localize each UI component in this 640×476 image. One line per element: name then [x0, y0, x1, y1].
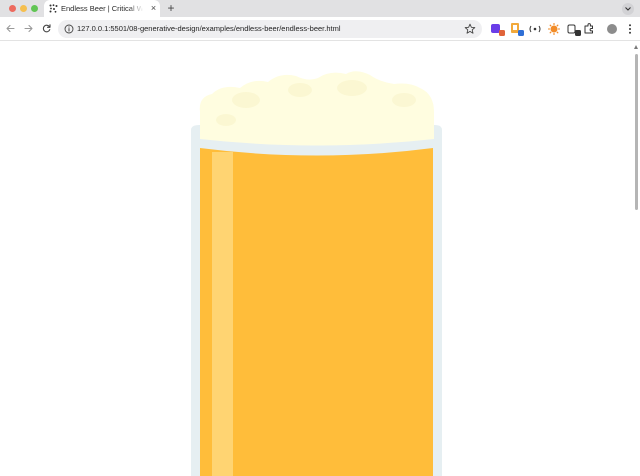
info-icon[interactable] — [64, 24, 74, 34]
beer-glass-illustration — [191, 71, 442, 476]
address-bar[interactable]: 127.0.0.1:5501/08-generative-design/exam… — [58, 20, 482, 38]
kebab-menu-icon[interactable] — [628, 24, 632, 34]
extension-3-icon[interactable] — [528, 22, 542, 36]
extension-5-icon[interactable] — [566, 22, 581, 36]
chevron-down-icon — [625, 7, 631, 11]
favicon-icon — [49, 4, 58, 13]
arrow-right-icon[interactable] — [23, 23, 34, 34]
extensions-puzzle-icon[interactable] — [582, 22, 596, 36]
tab-close-button[interactable]: × — [149, 3, 158, 14]
avatar[interactable] — [607, 24, 617, 34]
page-viewport — [0, 42, 640, 476]
extension-1-icon[interactable] — [490, 22, 505, 36]
url-text[interactable]: 127.0.0.1:5501/08-generative-design/exam… — [77, 23, 341, 35]
foam-head — [199, 71, 434, 146]
window-minimize-button[interactable] — [20, 5, 27, 12]
new-tab-button[interactable]: + — [165, 2, 177, 15]
reload-icon[interactable] — [41, 23, 52, 34]
beer-liquid — [200, 148, 433, 476]
extension-2-icon[interactable] — [509, 22, 524, 36]
tab-title: Endless Beer | Critical Web Design — [61, 3, 143, 14]
scroll-up-icon[interactable] — [634, 45, 638, 49]
tab-active[interactable]: Endless Beer | Critical Web Design × — [44, 0, 160, 17]
vertical-scrollbar[interactable] — [633, 42, 640, 476]
glass-highlight — [212, 152, 233, 476]
browser-toolbar: 127.0.0.1:5501/08-generative-design/exam… — [0, 17, 640, 41]
extension-4-icon[interactable] — [547, 22, 561, 36]
window-maximize-button[interactable] — [31, 5, 38, 12]
scrollbar-thumb[interactable] — [635, 54, 638, 210]
tab-list-button[interactable] — [622, 3, 634, 15]
arrow-left-icon[interactable] — [5, 23, 16, 34]
window-close-button[interactable] — [9, 5, 16, 12]
tab-strip: Endless Beer | Critical Web Design × + — [0, 0, 640, 17]
star-icon[interactable] — [464, 23, 476, 35]
